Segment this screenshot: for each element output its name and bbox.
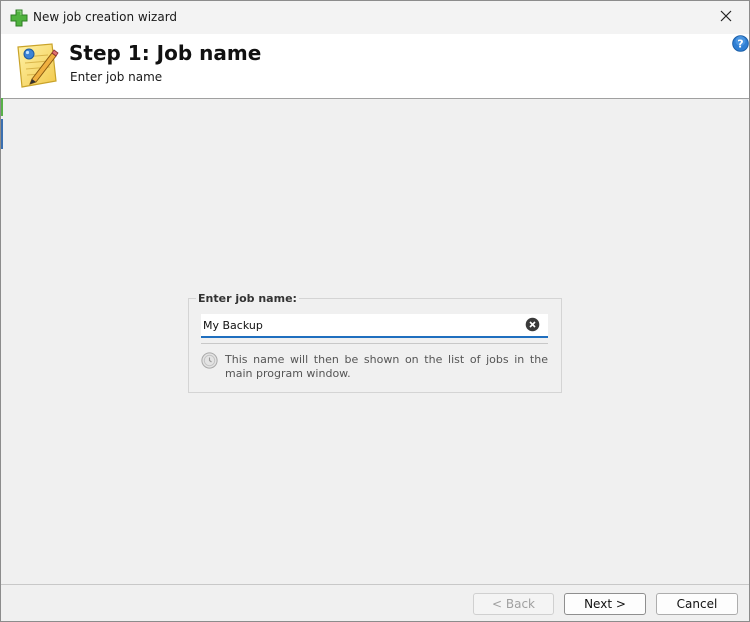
step-subtitle: Enter job name	[70, 70, 163, 84]
job-name-group-label: Enter job name:	[196, 292, 299, 305]
cancel-button[interactable]: Cancel	[656, 593, 738, 615]
left-accent-green	[1, 98, 3, 116]
wizard-header: Step 1: Job name Enter job name	[1, 34, 749, 99]
field-separator	[201, 343, 548, 344]
help-icon[interactable]: ?	[732, 35, 749, 52]
title-bar[interactable]: New job creation wizard	[1, 1, 749, 34]
back-button[interactable]: < Back	[473, 593, 554, 615]
clear-icon[interactable]	[525, 317, 540, 332]
step-title: Step 1: Job name	[69, 41, 262, 65]
close-button[interactable]	[703, 1, 749, 34]
job-name-field[interactable]	[201, 314, 548, 338]
svg-text:?: ?	[737, 38, 743, 51]
notepad-pencil-icon	[12, 41, 60, 91]
info-icon	[201, 352, 218, 369]
green-plus-icon	[10, 9, 28, 27]
hint-text: This name will then be shown on the list…	[225, 353, 548, 380]
close-icon	[720, 10, 732, 25]
window-title: New job creation wizard	[33, 10, 178, 24]
bottom-separator	[1, 584, 749, 585]
next-button[interactable]: Next >	[564, 593, 646, 615]
left-accent-blue	[1, 119, 3, 149]
wizard-window: New job creation wizard Step 1: Job name…	[0, 0, 750, 622]
job-name-input[interactable]	[203, 316, 513, 334]
